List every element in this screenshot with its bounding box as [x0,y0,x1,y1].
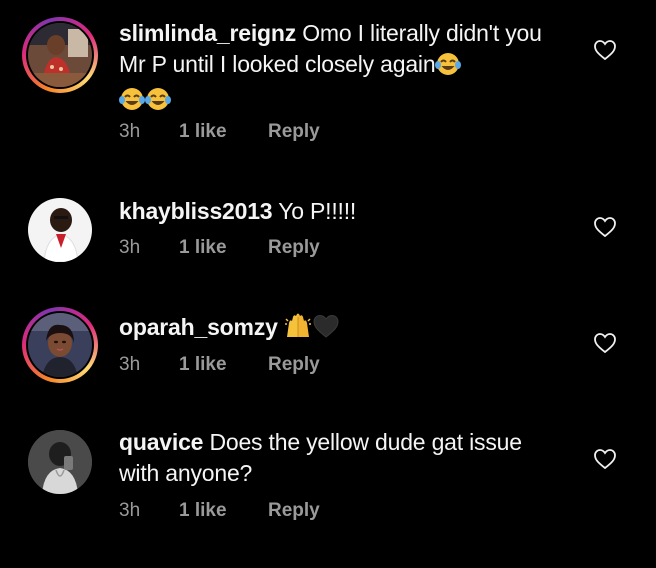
comment-text: quavice Does the yellow dude gat issue w… [119,427,559,489]
comment-timestamp: 3h [119,121,141,142]
avatar-image [28,430,92,494]
raising-hands-icon [284,313,312,347]
reply-button[interactable]: Reply [268,354,320,376]
comment-like-count[interactable]: 1 like [179,500,268,522]
comment-text: slimlinda_reignz Omo I literally didn't … [119,18,559,119]
avatar[interactable] [28,313,92,377]
comment-meta: 3h 1 like Reply [119,237,320,259]
story-ring[interactable] [22,17,98,93]
reply-button[interactable]: Reply [268,237,320,259]
avatar[interactable] [28,430,92,494]
avatar-image [28,313,92,377]
heart-outline-icon[interactable] [593,39,617,61]
comment-meta: 3h 1 like Reply [119,500,320,522]
comment-like-count[interactable]: 1 like [179,121,268,143]
comment-like-count[interactable]: 1 like [179,237,268,259]
reply-button[interactable]: Reply [268,500,320,522]
comment-meta: 3h 1 like Reply [119,354,320,376]
tears-of-joy-icon [435,52,462,84]
avatar-image [28,198,92,262]
comment-username[interactable]: oparah_somzy [119,314,278,340]
heart-outline-icon[interactable] [593,216,617,238]
tears-of-joy-icon [119,87,145,119]
comment-username[interactable]: slimlinda_reignz [119,20,296,46]
comment-text: oparah_somzy [119,312,559,347]
comment-timestamp: 3h [119,500,141,521]
comment-text: khaybliss2013 Yo P!!!!! [119,196,559,227]
avatar-container[interactable] [22,424,98,500]
black-heart-icon [312,313,340,347]
heart-outline-icon[interactable] [593,332,617,354]
comment-username[interactable]: quavice [119,429,203,455]
avatar-container[interactable] [22,192,98,268]
comment-like-count[interactable]: 1 like [179,354,268,376]
comment-meta: 3h 1 like Reply [119,121,320,143]
avatar[interactable] [28,23,92,87]
comment-username[interactable]: khaybliss2013 [119,198,273,224]
heart-outline-icon[interactable] [593,448,617,470]
tears-of-joy-icon [145,87,171,119]
avatar-image [28,23,92,87]
comment-body: Yo P!!!!! [278,198,357,224]
reply-button[interactable]: Reply [268,121,320,143]
comment-timestamp: 3h [119,354,141,375]
avatar[interactable] [28,198,92,262]
story-ring[interactable] [22,307,98,383]
comment-timestamp: 3h [119,237,141,258]
